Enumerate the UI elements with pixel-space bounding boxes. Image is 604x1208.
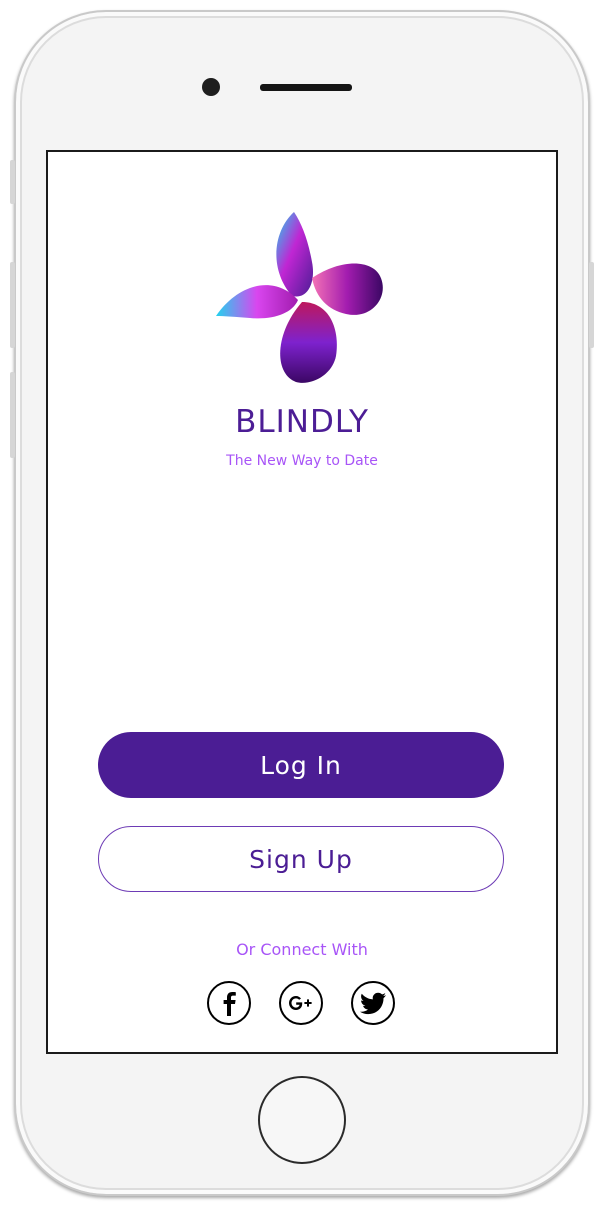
front-camera: [202, 78, 220, 96]
google-plus-icon: [289, 996, 312, 1010]
google-plus-button[interactable]: [279, 981, 323, 1025]
earpiece-speaker: [260, 84, 352, 91]
connect-with-heading: Or Connect With: [236, 940, 368, 959]
home-button[interactable]: [258, 1076, 346, 1164]
facebook-icon: [223, 992, 236, 1016]
twitter-icon: [360, 992, 386, 1015]
facebook-button[interactable]: [207, 981, 251, 1025]
blindly-logo: [216, 212, 383, 383]
app-name: BLINDLY: [235, 404, 369, 440]
volume-up-button: [10, 262, 15, 348]
twitter-button[interactable]: [351, 981, 395, 1025]
mute-switch: [10, 160, 15, 204]
login-button[interactable]: Log In: [98, 732, 504, 798]
signup-button[interactable]: Sign Up: [98, 826, 504, 892]
power-button: [589, 262, 594, 348]
app-tagline: The New Way to Date: [226, 453, 378, 469]
